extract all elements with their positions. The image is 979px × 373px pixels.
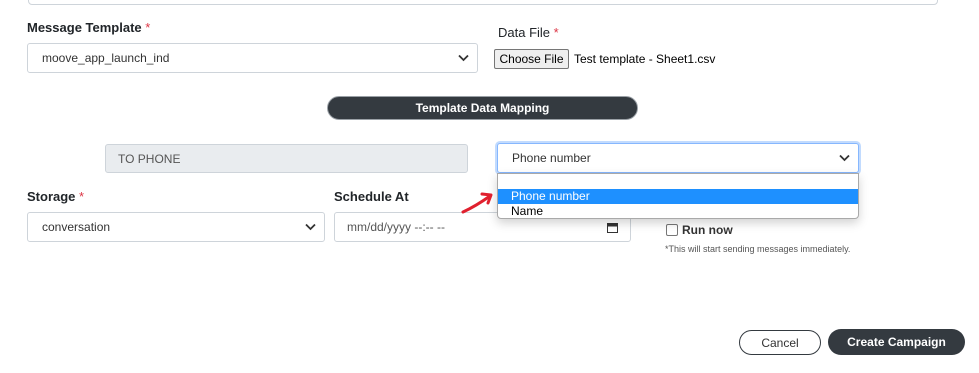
template-data-mapping-header: Template Data Mapping	[327, 96, 638, 120]
run-now-label: Run now	[682, 223, 733, 237]
storage-select[interactable]: conversation	[27, 212, 325, 242]
schedule-placeholder: mm/dd/yyyy --:-- --	[347, 220, 445, 234]
storage-value: conversation	[42, 220, 111, 234]
schedule-at-label: Schedule At	[334, 189, 409, 204]
arrow-annotation-icon	[461, 192, 493, 214]
calendar-icon[interactable]	[607, 222, 618, 233]
storage-label: Storage *	[27, 189, 85, 204]
mapping-options-list: Phone number Name	[497, 173, 859, 219]
choose-file-button[interactable]: Choose File	[494, 49, 569, 69]
message-template-value: moove_app_launch_ind	[42, 51, 170, 65]
run-now-option[interactable]: Run now	[666, 223, 733, 237]
mapping-column-value: Phone number	[512, 151, 591, 165]
mapping-field-to-phone: TO PHONE	[105, 144, 468, 173]
chevron-down-icon	[458, 54, 469, 62]
run-now-note: *This will start sending messages immedi…	[665, 244, 851, 254]
mapping-column-select[interactable]: Phone number	[497, 143, 859, 173]
cancel-button[interactable]: Cancel	[739, 330, 821, 355]
option-phone-number[interactable]: Phone number	[498, 189, 858, 204]
option-name[interactable]: Name	[498, 204, 858, 219]
required-mark: *	[553, 25, 559, 40]
message-template-label: Message Template *	[27, 20, 151, 35]
data-file-label: Data File *	[498, 25, 559, 40]
required-mark: *	[79, 189, 85, 204]
required-mark: *	[145, 20, 151, 35]
chevron-down-icon	[305, 223, 316, 231]
selected-file-name: Test template - Sheet1.csv	[574, 52, 716, 66]
top-field-edge	[28, 0, 938, 5]
run-now-checkbox[interactable]	[666, 224, 678, 236]
message-template-select[interactable]: moove_app_launch_ind	[27, 43, 478, 73]
chevron-down-icon	[839, 154, 850, 162]
create-campaign-button[interactable]: Create Campaign	[828, 329, 965, 355]
